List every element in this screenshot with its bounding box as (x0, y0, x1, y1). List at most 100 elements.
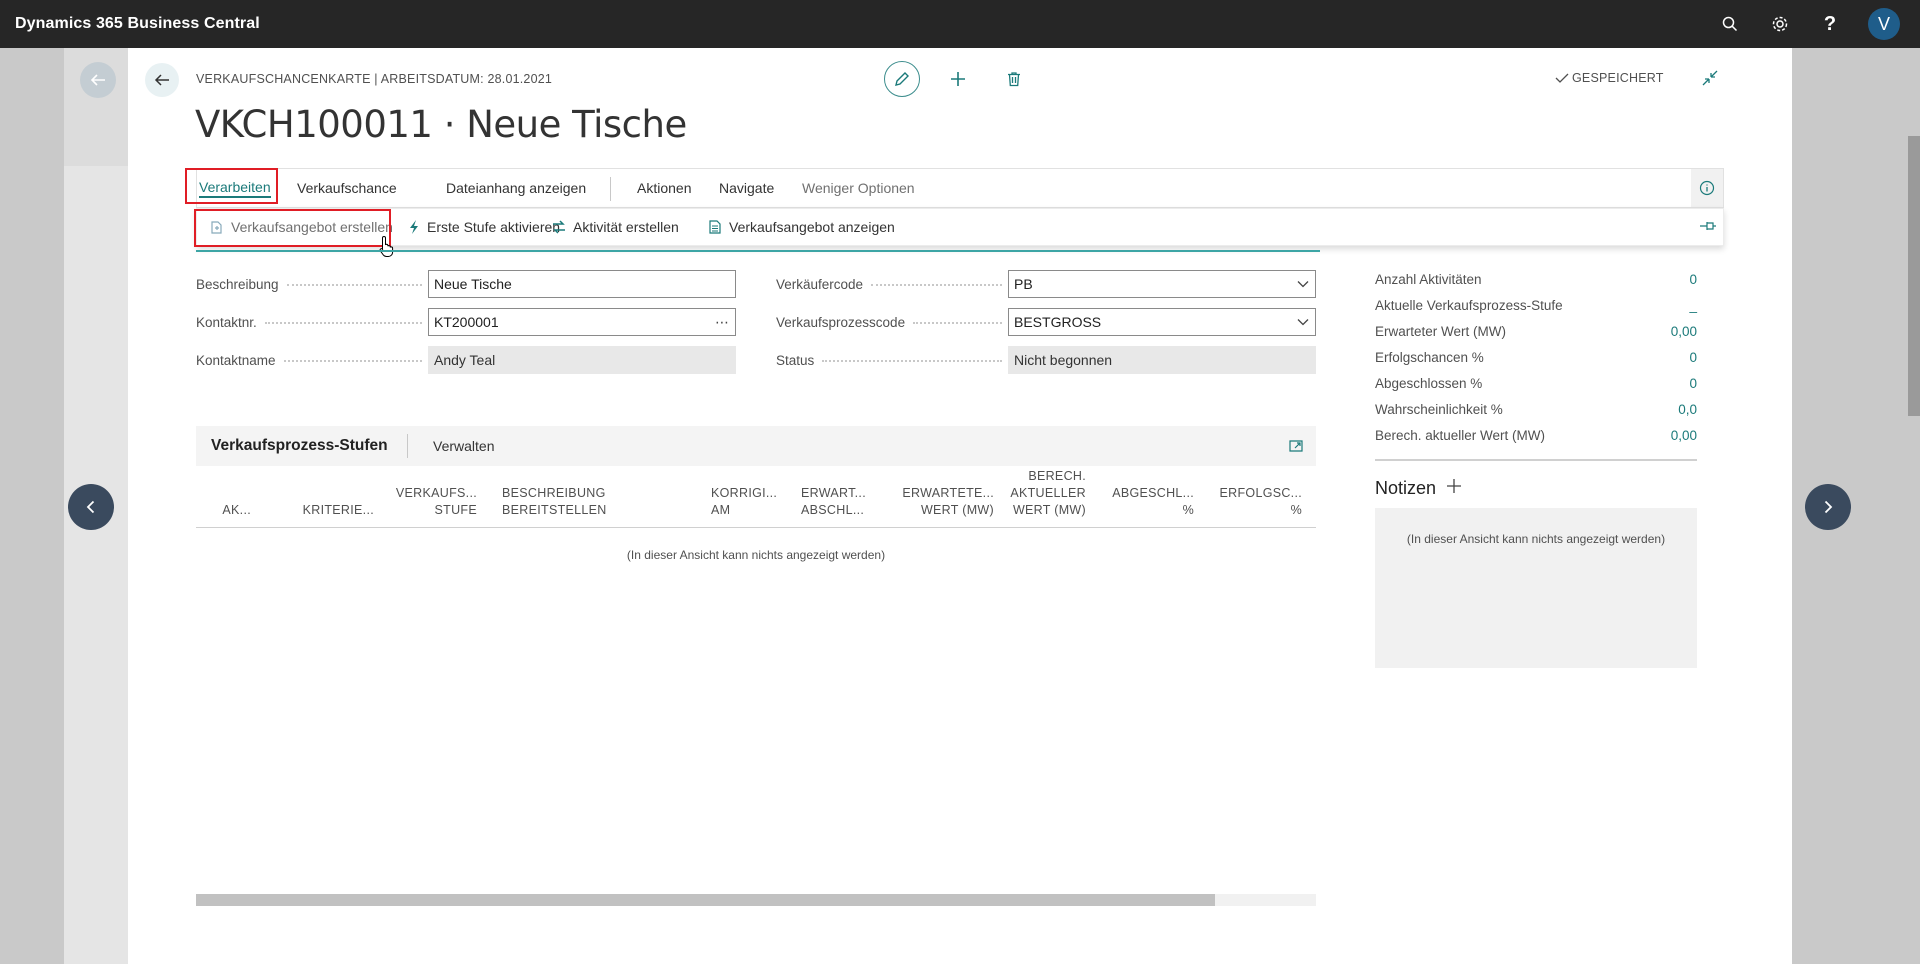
column-header[interactable]: ERFOLGSC...% (1220, 485, 1302, 519)
verwalten-button[interactable]: Verwalten (433, 426, 494, 466)
verkaufsprozess-stufen-part: Verkaufsprozess-Stufen Verwalten AK... K… (196, 426, 1316, 906)
factbox-row: Wahrscheinlichkeit % 0,0 (1375, 401, 1697, 417)
chevron-left-icon (86, 500, 95, 514)
chevron-down-icon (1297, 271, 1309, 297)
create-activity-button[interactable]: Aktivität erstellen (551, 209, 679, 245)
avatar[interactable]: V (1868, 8, 1900, 40)
factbox-toggle-button[interactable] (1691, 169, 1723, 207)
page-title: VKCH100011 · Neue Tische (195, 103, 687, 146)
part-title[interactable]: Verkaufsprozess-Stufen (211, 426, 388, 466)
create-activity-label: Aktivität erstellen (573, 219, 679, 235)
show-quote-button[interactable]: Verkaufsangebot anzeigen (707, 209, 895, 245)
column-header[interactable]: BERECH. AKTUELLER WERT (MW) (1010, 468, 1086, 519)
part-header: Verkaufsprozess-Stufen Verwalten (196, 426, 1316, 466)
help-icon[interactable]: ? (1818, 12, 1842, 36)
verkaufsprozesscode-label: Verkaufsprozesscode (776, 308, 1008, 336)
kontaktnr-label: Kontaktnr. (196, 308, 428, 336)
create-quote-button[interactable]: Verkaufsangebot erstellen (209, 209, 393, 245)
column-header[interactable]: ERWARTETE... WERT (MW) (902, 485, 994, 519)
kontaktnr-field[interactable]: KT200001 ⋯ (428, 308, 736, 336)
sub-action-bar: Verkaufsangebot erstellen Erste Stufe ak… (196, 208, 1724, 246)
lookup-ellipsis-icon[interactable]: ⋯ (715, 309, 729, 335)
activity-icon (553, 220, 565, 234)
trash-icon (1008, 72, 1020, 87)
search-icon[interactable] (1718, 12, 1742, 36)
general-fasttab-line (196, 250, 1320, 252)
document-icon (709, 220, 721, 234)
background-back-icon[interactable] (80, 62, 116, 98)
app-brand[interactable]: Dynamics 365 Business Central (15, 15, 260, 33)
tab-verarbeiten[interactable]: Verarbeiten (199, 169, 271, 207)
status-label: Status (776, 346, 1008, 374)
pencil-icon (895, 72, 909, 86)
create-quote-label: Verkaufsangebot erstellen (231, 219, 393, 235)
edit-button[interactable] (884, 61, 920, 97)
tab-verkaufschance[interactable]: Verkaufschance (297, 169, 397, 207)
info-icon (1699, 180, 1715, 196)
collapse-button[interactable] (1698, 66, 1722, 90)
saved-status: GESPEICHERT (1555, 71, 1664, 85)
checkmark-icon (1555, 73, 1569, 83)
previous-record-button[interactable] (68, 484, 114, 530)
tab-dateianhang-anzeigen[interactable]: Dateianhang anzeigen (446, 169, 586, 207)
verkaeufercode-select[interactable]: PB (1008, 270, 1316, 298)
notes-title: Notizen (1375, 478, 1437, 498)
tab-weniger-optionen[interactable]: Weniger Optionen (802, 169, 915, 207)
scrollbar-thumb[interactable] (196, 894, 1216, 906)
column-header[interactable]: VERKAUFS... STUFE (396, 485, 477, 519)
factbox-divider (1375, 459, 1697, 461)
add-note-icon[interactable] (1446, 478, 1462, 499)
tab-aktionen[interactable]: Aktionen (637, 169, 691, 207)
app-bar: Dynamics 365 Business Central ? V (0, 0, 1920, 48)
vertical-scrollbar[interactable] (1908, 136, 1920, 416)
beschreibung-label: Beschreibung (196, 270, 428, 298)
kontaktname-label: Kontaktname (196, 346, 428, 374)
horizontal-scrollbar[interactable] (196, 894, 1316, 906)
delete-button[interactable] (1002, 67, 1026, 91)
column-header[interactable]: ABGESCHL...% (1112, 485, 1194, 519)
notes-box: (In dieser Ansicht kann nichts angezeigt… (1375, 508, 1697, 668)
card-page: VERKAUFSCHANCENKARTE | ARBEITSDATUM: 28.… (128, 48, 1792, 964)
page-caption: VERKAUFSCHANCENKARTE | ARBEITSDATUM: 28.… (196, 72, 553, 86)
open-in-new-window-icon[interactable] (1284, 434, 1308, 458)
activate-first-stage-label: Erste Stufe aktivieren (427, 219, 561, 235)
show-quote-label: Verkaufsangebot anzeigen (729, 219, 895, 235)
factbox-row: Erfolgschancen % 0 (1375, 349, 1697, 365)
status-field: Nicht begonnen (1008, 346, 1316, 374)
next-record-button[interactable] (1805, 484, 1851, 530)
column-header[interactable]: AK... (222, 502, 251, 519)
grid-empty-text: (In dieser Ansicht kann nichts angezeigt… (626, 548, 886, 562)
column-header[interactable]: KORRIGI... AM (711, 485, 777, 519)
action-bar: Verarbeiten Verkaufschance Dateianhang a… (196, 168, 1724, 208)
arrow-left-icon (154, 74, 169, 86)
pin-icon[interactable] (1699, 219, 1717, 238)
column-header[interactable]: BESCHREIBUNG BEREITSTELLEN (502, 485, 607, 519)
kontaktname-field: Andy Teal (428, 346, 736, 374)
notes-empty-text: (In dieser Ansicht kann nichts angezeigt… (1406, 532, 1666, 546)
column-header[interactable]: ERWART... ABSCHL... (801, 485, 866, 519)
collapse-icon (1702, 70, 1718, 86)
back-button[interactable] (145, 63, 179, 97)
saved-status-label: GESPEICHERT (1572, 71, 1664, 85)
factbox-row: Berech. aktueller Wert (MW) 0,00 (1375, 427, 1697, 443)
factbox-row: Aktuelle Verkaufsprozess-Stufe _ (1375, 297, 1697, 313)
chevron-down-icon (1297, 309, 1309, 335)
create-quote-icon (211, 221, 222, 234)
mouse-cursor-icon (379, 235, 395, 262)
column-headers: AK... KRITERIE... VERKAUFS... STUFE BESCH… (196, 466, 1316, 528)
gear-icon[interactable] (1768, 12, 1792, 36)
notes-header: Notizen (1375, 478, 1462, 499)
plus-icon (951, 72, 965, 86)
lightning-icon (410, 220, 418, 234)
verkaeufercode-label: Verkäufercode (776, 270, 1008, 298)
verkaufsprozesscode-select[interactable]: BESTGROSS (1008, 308, 1316, 336)
factbox-row: Erwarteter Wert (MW) 0,00 (1375, 323, 1697, 339)
new-button[interactable] (946, 67, 970, 91)
factbox-row: Anzahl Aktivitäten 0 (1375, 271, 1697, 287)
chevron-right-icon (1824, 500, 1833, 514)
tab-navigate[interactable]: Navigate (719, 169, 774, 207)
beschreibung-field[interactable]: Neue Tische (428, 270, 736, 298)
factbox-row: Abgeschlossen % 0 (1375, 375, 1697, 391)
activate-first-stage-button[interactable]: Erste Stufe aktivieren (407, 209, 560, 245)
column-header[interactable]: KRITERIE... (303, 502, 374, 519)
